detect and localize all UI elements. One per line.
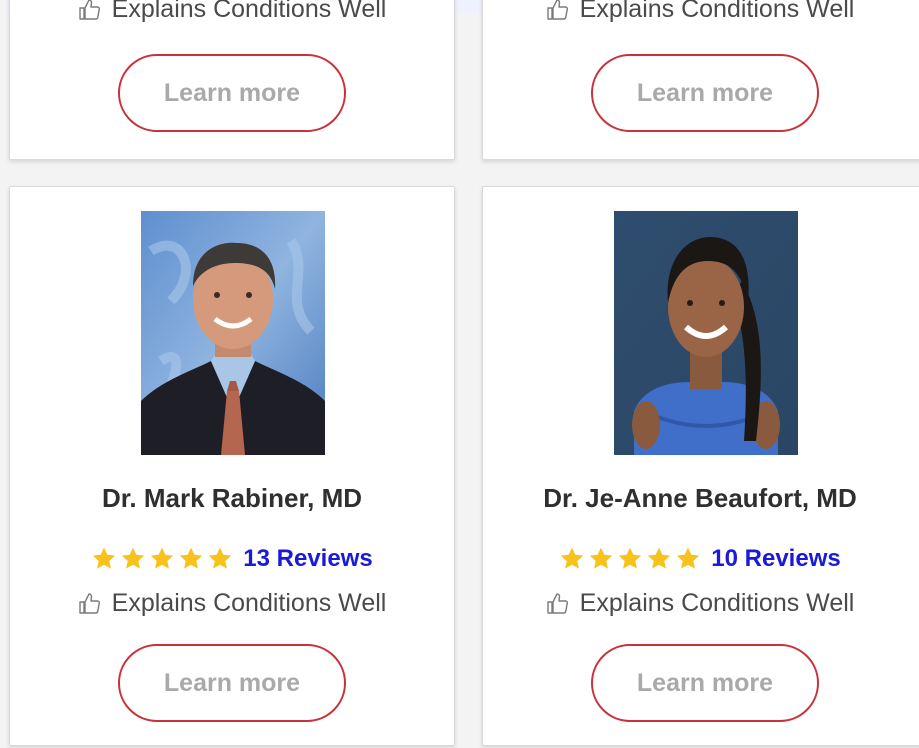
tagline: Explains Conditions Well (10, 0, 454, 24)
doctor-photo[interactable] (141, 211, 325, 455)
doctor-portrait-image (614, 211, 798, 455)
tagline-text: Explains Conditions Well (111, 0, 387, 23)
doctor-card-mark-rabiner: Dr. Mark Rabiner, MD 13 Reviews Explains… (9, 186, 455, 746)
rating-row: 10 Reviews (483, 545, 917, 573)
star-icon (619, 547, 642, 569)
star-icon (93, 547, 116, 569)
doctor-card-je-anne-beaufort: Dr. Je-Anne Beaufort, MD 10 Reviews Expl… (482, 186, 919, 746)
star-icon (209, 547, 232, 569)
doctor-portrait-image (141, 211, 325, 455)
thumbs-up-icon (78, 592, 100, 614)
thumbs-up-icon (78, 0, 100, 20)
star-rating (91, 546, 233, 572)
star-icon (180, 547, 203, 569)
star-rating (559, 546, 701, 572)
tagline-text: Explains Conditions Well (111, 589, 387, 617)
thumbs-up-icon (546, 0, 568, 20)
learn-more-button[interactable]: Learn more (591, 54, 819, 132)
learn-more-button[interactable]: Learn more (118, 54, 346, 132)
tagline-text: Explains Conditions Well (579, 0, 855, 23)
thumbs-up-icon (546, 592, 568, 614)
rating-row: 13 Reviews (10, 545, 454, 573)
tagline: Explains Conditions Well (10, 589, 454, 618)
learn-more-button[interactable]: Learn more (118, 644, 346, 722)
tagline-text: Explains Conditions Well (579, 589, 855, 617)
doctor-photo[interactable] (614, 211, 798, 455)
star-icon (677, 547, 700, 569)
doctor-card-top-left: Explains Conditions Well Learn more (9, 0, 455, 160)
doctor-name[interactable]: Dr. Mark Rabiner, MD (10, 483, 454, 514)
doctor-name[interactable]: Dr. Je-Anne Beaufort, MD (483, 483, 917, 514)
reviews-link[interactable]: 10 Reviews (711, 545, 840, 573)
reviews-link[interactable]: 13 Reviews (243, 545, 372, 573)
star-icon (151, 547, 174, 569)
star-icon (561, 547, 584, 569)
tagline: Explains Conditions Well (483, 589, 917, 618)
learn-more-button[interactable]: Learn more (591, 644, 819, 722)
tagline: Explains Conditions Well (483, 0, 917, 24)
doctor-card-top-right: Explains Conditions Well Learn more (482, 0, 919, 160)
star-icon (590, 547, 613, 569)
star-icon (648, 547, 671, 569)
star-icon (122, 547, 145, 569)
